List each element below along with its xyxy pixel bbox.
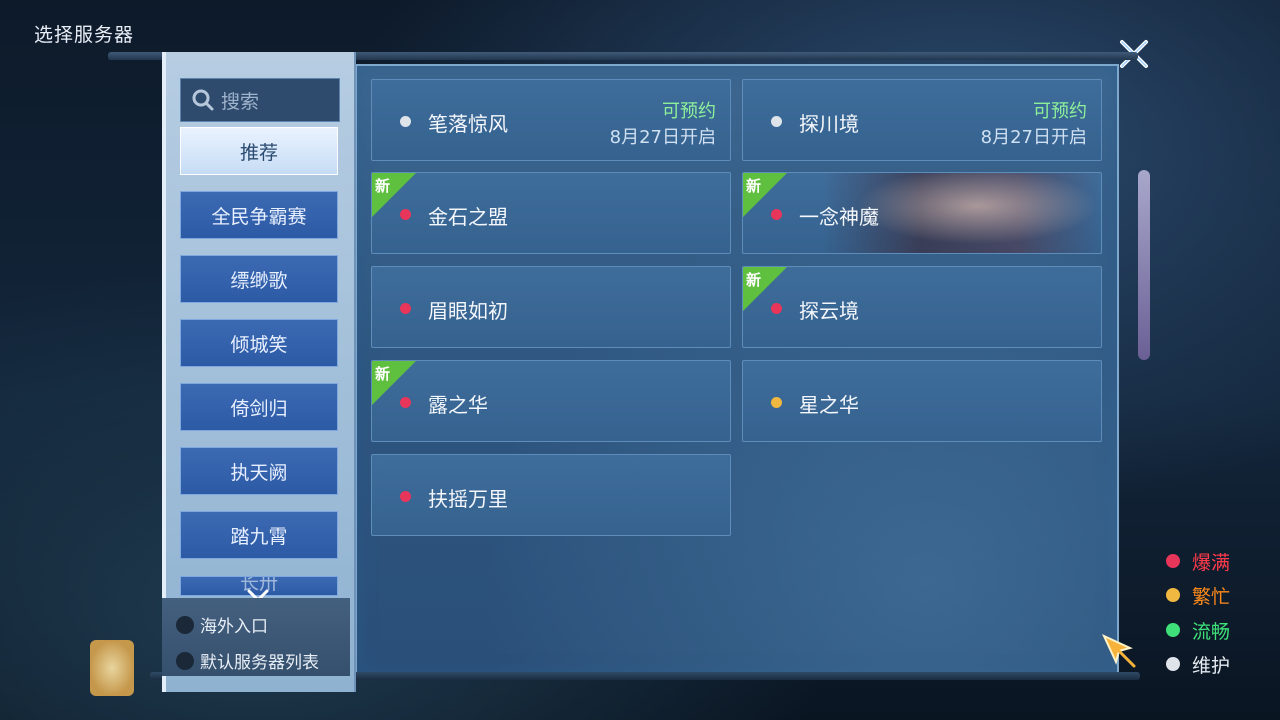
radio-icon	[176, 651, 194, 670]
server-card[interactable]: 新 金石之盟	[371, 172, 731, 254]
server-card[interactable]: 星之华	[742, 360, 1102, 442]
server-name: 眉眼如初	[428, 299, 508, 323]
category-tab[interactable]: 执天阙	[180, 447, 338, 495]
server-name: 探云境	[799, 299, 859, 323]
legend-label: 爆满	[1192, 552, 1231, 574]
search-placeholder: 搜索	[221, 90, 260, 113]
server-status-dot	[400, 303, 411, 314]
legend-dot	[1166, 588, 1180, 602]
legend-dot	[1166, 657, 1180, 671]
category-tab[interactable]: 踏九霄	[180, 511, 338, 559]
server-reservation-tag: 可预约	[1033, 101, 1087, 122]
category-tab[interactable]: 全民争霸赛	[180, 191, 338, 239]
legend-label: 流畅	[1192, 621, 1231, 643]
search-input[interactable]: 搜索	[180, 78, 340, 122]
category-recommended[interactable]: 推荐	[180, 127, 338, 175]
new-badge-label: 新	[746, 271, 762, 289]
server-name: 一念神魔	[799, 205, 879, 229]
server-reservation-tag: 可预约	[662, 101, 716, 122]
mouse-cursor-icon	[1100, 632, 1138, 670]
server-open-date: 8月27日开启	[980, 127, 1087, 148]
server-name: 笔落惊风	[428, 112, 508, 136]
category-tab[interactable]: 倾城笑	[180, 319, 338, 367]
server-card[interactable]: 眉眼如初	[371, 266, 731, 348]
server-status-dot	[400, 116, 411, 127]
server-card[interactable]: 扶摇万里	[371, 454, 731, 536]
server-status-dot	[771, 397, 782, 408]
server-card-featured[interactable]: 新 一念神魔	[742, 172, 1102, 254]
radio-icon	[176, 615, 194, 634]
server-status-dot	[400, 491, 411, 502]
server-status-dot	[771, 116, 782, 127]
legend-dot	[1166, 623, 1180, 637]
server-status-dot	[400, 209, 411, 220]
default-server-list-label: 默认服务器列表	[200, 653, 319, 673]
server-card[interactable]: 笔落惊风 可预约 8月27日开启	[371, 79, 731, 161]
server-card[interactable]: 新 露之华	[371, 360, 731, 442]
new-badge-label: 新	[375, 177, 391, 195]
new-badge-label: 新	[746, 177, 762, 195]
server-name: 露之华	[428, 393, 488, 417]
overseas-entry-option[interactable]: 海外入口	[176, 612, 268, 637]
server-name: 探川境	[799, 112, 859, 136]
tassel-decoration	[1138, 170, 1150, 360]
lantern-decoration	[90, 640, 134, 696]
server-open-date: 8月27日开启	[609, 127, 716, 148]
category-tab[interactable]: 缥缈歌	[180, 255, 338, 303]
legend-label: 维护	[1192, 655, 1231, 677]
page-title: 选择服务器	[34, 24, 135, 46]
server-card[interactable]: 新 探云境	[742, 266, 1102, 348]
server-status-dot	[771, 209, 782, 220]
default-server-list-option[interactable]: 默认服务器列表	[176, 648, 319, 673]
legend-label: 繁忙	[1192, 586, 1231, 608]
server-name: 扶摇万里	[428, 487, 508, 511]
server-name: 星之华	[799, 393, 859, 417]
server-status-dot	[400, 397, 411, 408]
server-card[interactable]: 探川境 可预约 8月27日开启	[742, 79, 1102, 161]
category-tab[interactable]: 倚剑归	[180, 383, 338, 431]
search-icon	[192, 89, 214, 111]
server-status-dot	[771, 303, 782, 314]
legend-dot	[1166, 554, 1180, 568]
new-badge-label: 新	[375, 365, 391, 383]
server-name: 金石之盟	[428, 205, 508, 229]
overseas-entry-label: 海外入口	[200, 617, 268, 637]
